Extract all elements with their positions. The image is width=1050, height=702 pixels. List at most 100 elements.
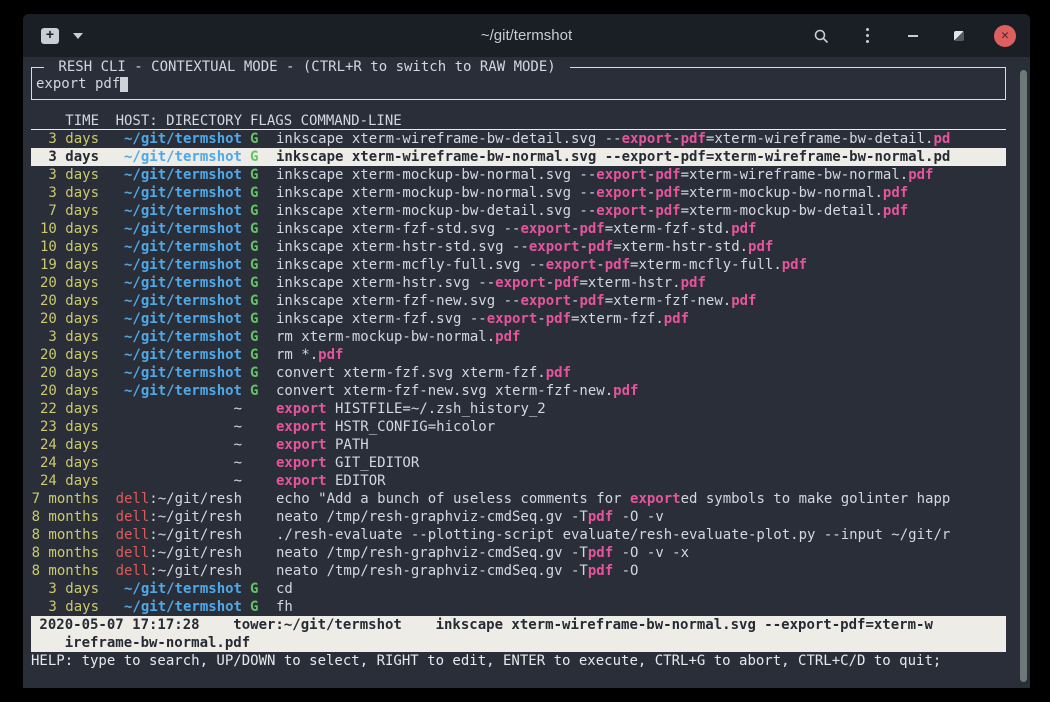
row-time: 24 days [31,454,99,472]
history-row[interactable]: 24 days~export EDITOR [31,472,1006,490]
row-time: 8 months [31,526,99,544]
history-row[interactable]: 20 days~/git/termshotGinkscape xterm-fzf… [31,292,1006,310]
row-flag: G [250,310,259,328]
row-host-directory: ~/git/termshot [107,328,242,346]
row-time: 23 days [31,418,99,436]
row-flag: G [250,184,259,202]
row-host-directory: ~ [107,436,242,454]
history-row[interactable]: 20 days~/git/termshotGconvert xterm-fzf.… [31,364,1006,382]
row-host-directory: dell:~/git/resh [107,544,242,562]
row-command: neato /tmp/resh-graphviz-cmdSeq.gv -Tpdf… [276,544,1006,562]
history-row[interactable]: 19 days~/git/termshotGinkscape xterm-mcf… [31,256,1006,274]
row-flag: G [250,364,259,382]
history-row[interactable]: 7 days~/git/termshotGinkscape xterm-mock… [31,202,1006,220]
row-time: 20 days [31,274,99,292]
row-host-directory: ~ [107,418,242,436]
history-row[interactable]: 8 monthsdell:~/git/reshneato /tmp/resh-g… [31,562,1006,580]
row-time: 8 months [31,544,99,562]
search-box[interactable]: RESH CLI - CONTEXTUAL MODE - (CTRL+R to … [31,67,1006,100]
menu-kebab-icon[interactable] [856,25,878,47]
row-time: 22 days [31,400,99,418]
row-command: echo "Add a bunch of useless comments fo… [276,490,1006,508]
row-host-directory: ~/git/termshot [107,382,242,400]
row-command: inkscape xterm-fzf-new.svg --export-pdf=… [276,292,1006,310]
history-row[interactable]: 23 days ~ export HSTR_CONFIG=hicolor [31,418,1006,436]
history-row[interactable]: 10 days~/git/termshotGinkscape xterm-hst… [31,238,1006,256]
row-command: export HSTR_CONFIG=hicolor [276,418,1006,436]
row-time: 20 days [31,346,99,364]
row-host-directory: ~/git/termshot [107,292,242,310]
row-command: neato /tmp/resh-graphviz-cmdSeq.gv -Tpdf… [276,508,1006,526]
history-row[interactable]: 3 days~/git/termshotGinkscape xterm-wire… [31,130,1006,148]
history-row[interactable]: 3 days~/git/termshotGrm xterm-mockup-bw-… [31,328,1006,346]
restore-button[interactable] [948,25,970,47]
close-button[interactable]: ✕ [994,25,1016,47]
history-row[interactable]: 3 days~/git/termshotGinkscape xterm-mock… [31,166,1006,184]
row-time: 3 days [31,184,99,202]
row-time: 3 days [31,148,99,166]
row-command: inkscape xterm-wireframe-bw-normal.svg -… [276,148,1006,166]
detail-pane: 2020-05-07 17:17:28 tower:~/git/termshot… [31,616,1006,652]
history-row[interactable]: 20 days~/git/termshotGconvert xterm-fzf-… [31,382,1006,400]
row-flag: G [250,328,259,346]
chevron-down-icon[interactable] [73,33,83,39]
history-row[interactable]: 10 days~/git/termshotGinkscape xterm-fzf… [31,220,1006,238]
row-time: 10 days [31,238,99,256]
terminal-window: ~/git/termshot ✕ RESH CLI - CONTEXTUAL M… [23,14,1030,688]
history-row[interactable]: 7 monthsdell:~/git/reshecho "Add a bunch… [31,490,1006,508]
row-command: inkscape xterm-fzf.svg --export-pdf=xter… [276,310,1006,328]
new-tab-icon[interactable] [41,28,59,44]
row-host-directory: ~/git/termshot [107,184,242,202]
row-host-directory: ~/git/termshot [107,580,242,598]
row-time: 20 days [31,382,99,400]
search-input[interactable]: export pdf [36,75,120,93]
row-command: inkscape xterm-mockup-bw-normal.svg --ex… [276,166,1006,184]
history-row[interactable]: 3 days~/git/termshotGcd [31,580,1006,598]
history-row[interactable]: 8 monthsdell:~/git/resh./resh-evaluate -… [31,526,1006,544]
row-flag: G [250,292,259,310]
history-row[interactable]: 24 days~export PATH [31,436,1006,454]
row-flag: G [250,202,259,220]
row-host-directory: ~/git/termshot [107,202,242,220]
row-command: rm xterm-mockup-bw-normal.pdf [276,328,1006,346]
table-header: TIME HOST: DIRECTORY FLAGS COMMAND-LINE [31,112,1006,130]
history-row[interactable]: 8 monthsdell:~/git/reshneato /tmp/resh-g… [31,508,1006,526]
header-host-directory: HOST: DIRECTORY [107,112,242,130]
row-host-directory: ~/git/termshot [107,130,242,148]
row-host-directory: ~/git/termshot [107,220,242,238]
search-icon[interactable] [810,25,832,47]
row-time: 24 days [31,472,99,490]
row-host-directory: ~/git/termshot [107,238,242,256]
row-command: inkscape xterm-mcfly-full.svg --export-p… [276,256,1006,274]
history-row-selected[interactable]: 3 days~/git/termshotGinkscape xterm-wire… [31,148,1006,166]
row-flag: G [250,580,259,598]
history-row[interactable]: 20 days ~/git/termshot Ginkscape xterm-hst… [31,274,1006,292]
history-row[interactable]: 8 months dell:~/git/resh neato /tmp/resh-g… [31,544,1006,562]
history-row[interactable]: 3 days~/git/termshotGfh [31,598,1006,616]
history-row[interactable]: 20 days~/git/termshotGinkscape xterm-fzf… [31,310,1006,328]
row-command: inkscape xterm-hstr.svg --export-pdf=xte… [276,274,1006,292]
minimize-button[interactable] [902,25,924,47]
row-flag: G [250,598,259,616]
row-host-directory: ~/git/termshot [107,598,242,616]
row-host-directory: ~/git/termshot [107,256,242,274]
history-row[interactable]: 22 days~export HISTFILE=~/.zsh_history_2 [31,400,1006,418]
row-host-directory: ~ [107,472,242,490]
row-flag: G [250,274,259,292]
row-host-directory: ~/git/termshot [107,346,242,364]
row-host-directory: dell:~/git/resh [107,562,242,580]
history-row[interactable]: 3 days~/git/termshotGinkscape xterm-mock… [31,184,1006,202]
row-flag: G [250,130,259,148]
row-command: export HISTFILE=~/.zsh_history_2 [276,400,1006,418]
row-flag: G [250,346,259,364]
header-time: TIME [31,112,99,130]
row-time: 7 days [31,202,99,220]
detail-line-1: 2020-05-07 17:17:28 tower:~/git/termshot… [31,616,1006,634]
row-command: neato /tmp/resh-graphviz-cmdSeq.gv -Tpdf… [276,562,1006,580]
history-row[interactable]: 24 days~export GIT_EDITOR [31,454,1006,472]
row-host-directory: ~/git/termshot [107,274,242,292]
scrollbar-thumb[interactable] [1020,70,1027,682]
history-row[interactable]: 20 days~/git/termshotGrm *.pdf [31,346,1006,364]
row-host-directory: ~/git/termshot [107,166,242,184]
row-host-directory: ~/git/termshot [107,364,242,382]
